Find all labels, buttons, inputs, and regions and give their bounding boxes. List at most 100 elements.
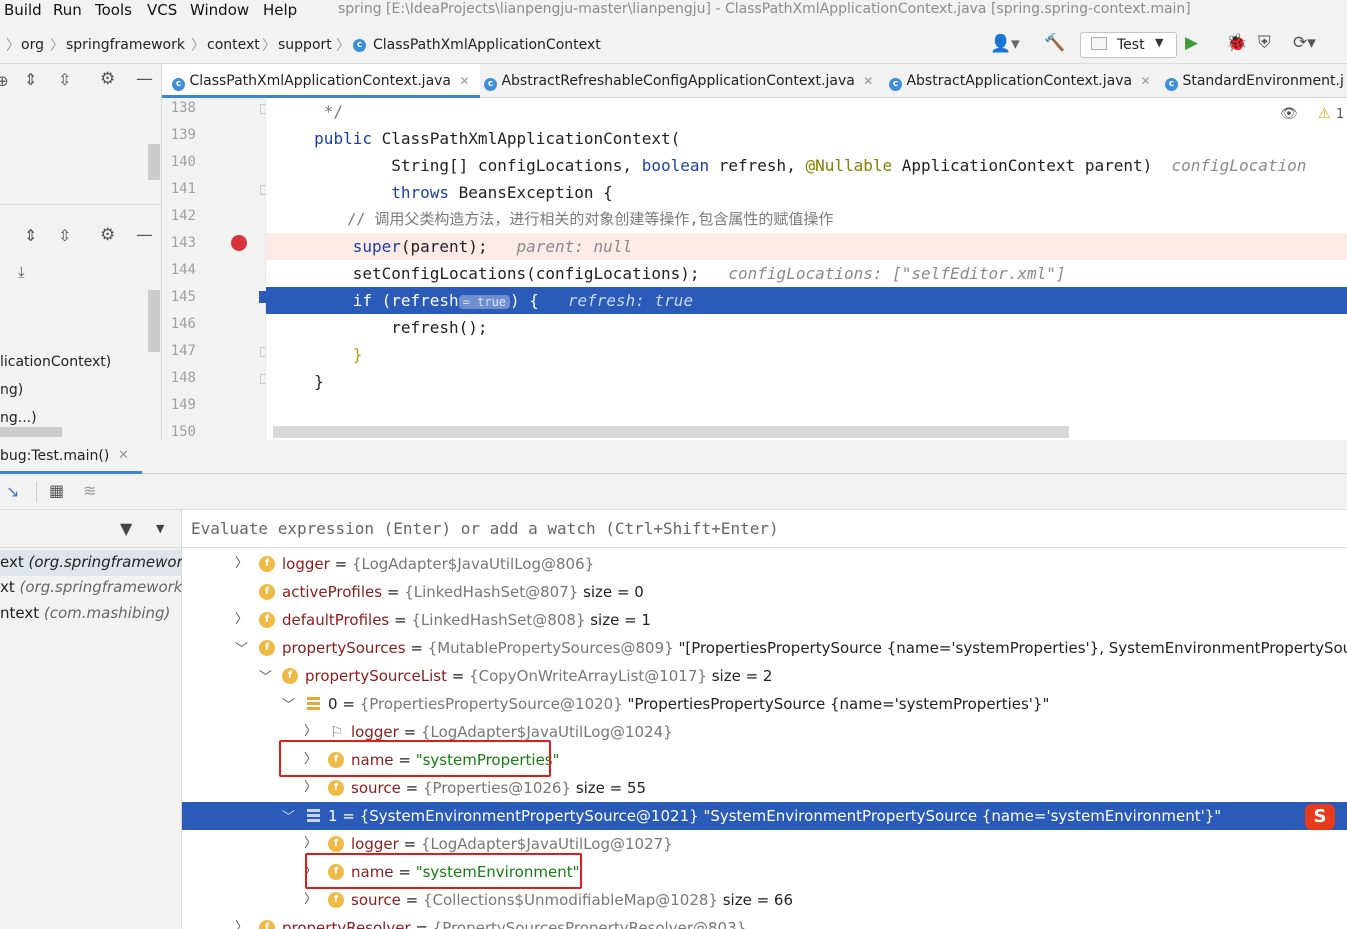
tab-abstract-application-context[interactable]: c AbstractApplicationContext.java ✕ (889, 64, 1151, 98)
collapse-all-icon[interactable]: ⇳ (58, 70, 71, 89)
chevron-right-icon[interactable]: 〉 (304, 886, 317, 914)
breadcrumb-springframework[interactable]: springframework (66, 37, 185, 53)
variable-row[interactable]: 〉 f propertyResolver = {PropertySourcesP… (182, 914, 1347, 929)
structure-item[interactable]: ng...) (0, 410, 37, 426)
breadcrumb-support[interactable]: support (278, 37, 332, 53)
close-icon[interactable]: ✕ (1141, 74, 1151, 88)
frame-method: xt (0, 578, 20, 596)
chevron-down-icon[interactable]: 〉 (273, 809, 301, 822)
tab-classpath-xml-application-context[interactable]: c ClassPathXmlApplicationContext.java ✕ (162, 64, 480, 98)
chevron-right-icon[interactable]: 〉 (304, 774, 317, 802)
scrollbar-thumb[interactable] (148, 144, 160, 180)
breakpoint-icon[interactable] (231, 235, 247, 251)
profile-icon[interactable]: ⟳▾ (1293, 33, 1316, 53)
list-item-icon (307, 809, 320, 822)
inline-value: = true (458, 295, 511, 309)
breadcrumb-context[interactable]: context (207, 37, 260, 53)
field-icon: f (328, 780, 344, 796)
code-line-141: throws BeansException { (266, 179, 1347, 206)
line-number: 147 (170, 343, 196, 359)
stack-frame[interactable]: ntext (com.mashibing) (0, 604, 170, 622)
tab-label: AbstractApplicationContext.java (906, 73, 1133, 89)
target-icon[interactable]: ⊕ (0, 72, 9, 90)
minimize-icon[interactable]: — (136, 225, 153, 245)
tab-standard-environment[interactable]: c StandardEnvironment.j (1165, 64, 1344, 98)
field-icon: f (259, 612, 275, 628)
breadcrumb-org[interactable]: org (21, 37, 44, 53)
variable-row[interactable]: 〉 f defaultProfiles = {LinkedHashSet@808… (182, 606, 1347, 634)
frame-method: ntext (0, 604, 44, 622)
chevron-right-icon[interactable]: 〉 (235, 550, 248, 578)
breadcrumb-separator-icon: 〉 (6, 38, 20, 54)
user-icon[interactable]: 👤▾ (990, 34, 1020, 54)
chevron-down-icon[interactable]: 〉 (273, 697, 301, 710)
menu-tools[interactable]: Tools (95, 1, 132, 19)
coverage-icon[interactable]: ⛨ (1258, 33, 1271, 53)
chevron-down-icon[interactable]: 〉 (250, 669, 278, 682)
chevron-right-icon[interactable]: 〉 (235, 914, 248, 929)
code-editor[interactable]: */ public ClassPathXmlApplicationContext… (266, 98, 1347, 440)
run-config-select[interactable]: Test ▼ (1080, 32, 1177, 58)
inline-hint: parent: null (516, 237, 633, 256)
debug-icon[interactable]: 🐞 (1226, 33, 1247, 53)
field-icon: f (282, 668, 298, 684)
variable-row[interactable]: 〉 f propertySourceList = {CopyOnWriteArr… (182, 662, 1347, 690)
variable-row-selected[interactable]: 〉 1 = {SystemEnvironmentPropertySource@1… (182, 802, 1347, 830)
menu-vcs[interactable]: VCS (147, 1, 177, 19)
run-icon[interactable]: ▶ (1185, 33, 1198, 53)
download-icon[interactable]: ⤓ (18, 263, 25, 281)
variable-row[interactable]: 〉 f logger = {LogAdapter$JavaUtilLog@806… (182, 550, 1347, 578)
expand-all-icon[interactable]: ⇕ (24, 70, 37, 89)
chevron-right-icon[interactable]: 〉 (235, 606, 248, 634)
table-icon[interactable]: ▦ (49, 481, 64, 500)
variable-row[interactable]: 〉 f source = {Properties@1026} size = 55 (182, 774, 1347, 802)
variable-row[interactable]: f activeProfiles = {LinkedHashSet@807} s… (182, 578, 1347, 606)
menu-help[interactable]: Help (263, 1, 297, 19)
class-icon: c (172, 78, 185, 91)
expand-all-icon[interactable]: ⇕ (24, 226, 37, 245)
show-execution-point-icon[interactable]: ↘ (6, 482, 19, 501)
build-hammer-icon[interactable]: 🔨 (1044, 33, 1065, 53)
var-name: activeProfiles (282, 583, 383, 601)
scrollbar-thumb[interactable] (148, 290, 160, 352)
menu-run[interactable]: Run (53, 1, 82, 19)
run-config-label: Test (1117, 37, 1145, 53)
evaluate-expression-input[interactable]: Evaluate expression (Enter) or add a wat… (182, 510, 1347, 548)
horizontal-scrollbar-thumb[interactable] (273, 426, 1069, 438)
minimize-icon[interactable]: — (136, 69, 153, 89)
variable-row[interactable]: 〉 0 = {PropertiesPropertySource@1020} "P… (182, 690, 1347, 718)
var-name: propertyResolver (282, 919, 411, 929)
breadcrumb-class[interactable]: ClassPathXmlApplicationContext (373, 37, 601, 53)
chevron-down-icon[interactable]: ▼ (156, 522, 164, 535)
gear-icon[interactable]: ⚙ (100, 69, 115, 89)
param-text: String[] configLocations, (391, 156, 642, 175)
warning-icon[interactable]: ⚠ (1318, 106, 1331, 122)
variable-row[interactable]: 〉 f propertySources = {MutablePropertySo… (182, 634, 1347, 662)
stack-frame[interactable]: ext (org.springframework. (0, 550, 196, 576)
var-name: source (351, 779, 401, 797)
line-number: 141 (170, 181, 196, 197)
structure-item[interactable]: licationContext) (0, 354, 111, 370)
menu-build[interactable]: Build (4, 1, 42, 19)
horizontal-scrollbar-thumb[interactable] (0, 427, 62, 437)
structure-item[interactable]: ng) (0, 382, 23, 398)
tab-debug-session[interactable]: bug:Test.main() ✕ (0, 440, 142, 474)
equals-sign: = (451, 667, 465, 685)
chevron-down-icon[interactable]: 〉 (226, 641, 254, 654)
trace-icon[interactable]: ≋ (83, 481, 96, 500)
inline-hint: configLocation (1171, 156, 1307, 175)
menu-window[interactable]: Window (190, 1, 249, 19)
breadcrumb-separator-icon: 〉 (262, 38, 276, 54)
close-icon[interactable]: ✕ (459, 74, 469, 88)
reader-mode-icon[interactable]: 👁 (1280, 106, 1298, 122)
close-icon[interactable]: ✕ (118, 448, 129, 463)
close-icon[interactable]: ✕ (863, 74, 873, 88)
config-icon (1091, 37, 1107, 50)
filter-icon[interactable]: ▼ (120, 519, 132, 538)
gear-icon[interactable]: ⚙ (100, 225, 115, 245)
stack-frame[interactable]: xt (org.springframework.co (0, 578, 205, 596)
collapse-all-icon[interactable]: ⇳ (58, 226, 71, 245)
tab-abstract-refreshable-config[interactable]: c AbstractRefreshableConfigApplicationCo… (484, 64, 873, 98)
line-number: 139 (170, 127, 196, 143)
variable-row[interactable]: 〉 f source = {Collections$UnmodifiableMa… (182, 886, 1347, 914)
